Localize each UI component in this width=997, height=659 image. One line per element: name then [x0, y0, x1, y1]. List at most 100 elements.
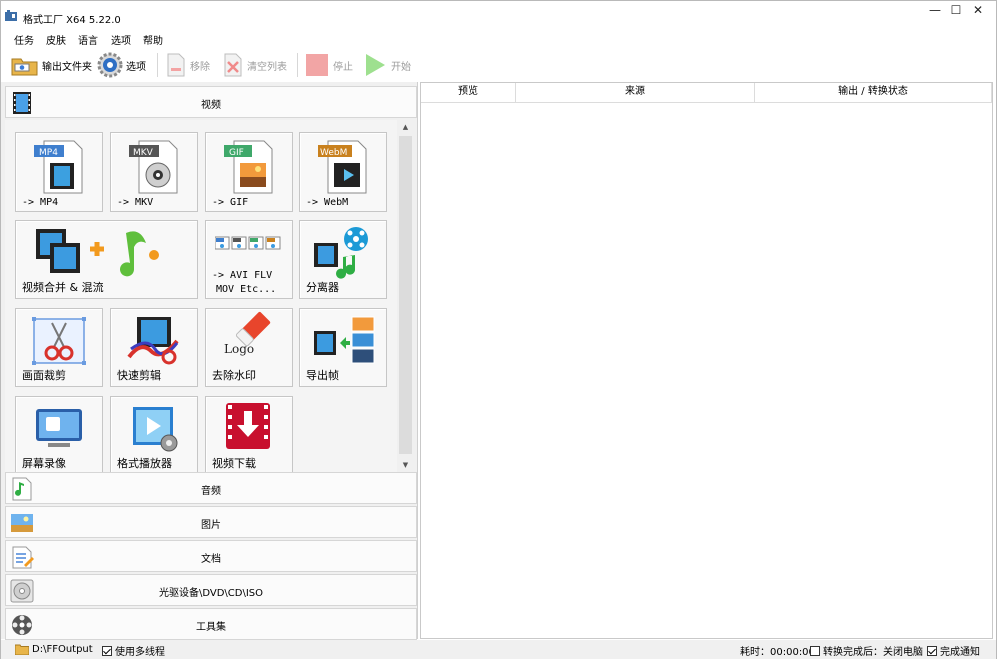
- multithread-option[interactable]: 使用多线程: [102, 643, 165, 658]
- category-disc-label: 光驱设备\DVD\CD\ISO: [158, 588, 264, 599]
- output-folder-label: 输出文件夹: [42, 61, 92, 73]
- window-title: 格式工厂 X64 5.22.0: [23, 15, 121, 26]
- column-output-status[interactable]: 输出 / 转换状态: [755, 83, 992, 103]
- column-preview[interactable]: 预览: [421, 83, 516, 103]
- tile-to-mp4-label: -> MP4: [22, 197, 59, 208]
- tile-screen-record-label: 屏幕录像: [22, 457, 66, 470]
- category-image[interactable]: 图片: [5, 506, 417, 538]
- clear-list-label: 清空列表: [247, 61, 287, 73]
- tile-to-avi-flv-mov[interactable]: -> AVI FLV MOV Etc...: [205, 220, 293, 299]
- quick-cut-icon: [127, 317, 179, 365]
- folder-icon: [15, 644, 29, 655]
- tile-format-player[interactable]: 格式播放器: [110, 396, 198, 472]
- menu-options[interactable]: 选项: [111, 32, 131, 47]
- tile-video-merge-label: 视频合并 & 混流: [22, 281, 104, 294]
- tile-splitter-label: 分离器: [306, 281, 339, 294]
- category-tools[interactable]: 工具集: [5, 608, 417, 640]
- toolbar: 输出文件夹 选项 移除 清空列表 停止 开始: [1, 47, 996, 81]
- output-path: D:\FFOutput: [32, 643, 93, 655]
- tile-video-download-label: 视频下载: [212, 457, 256, 470]
- screen-record-icon: [36, 409, 82, 447]
- toolbar-separator: [157, 53, 158, 77]
- category-image-label: 图片: [201, 520, 221, 531]
- menu-task[interactable]: 任务: [14, 32, 34, 47]
- tile-to-mp4[interactable]: MP4 -> MP4: [15, 132, 103, 212]
- mkv-icon: MKV: [129, 140, 178, 194]
- tile-to-gif[interactable]: GIF -> GIF: [205, 132, 293, 212]
- options-label: 选项: [126, 61, 146, 73]
- player-icon: [133, 407, 178, 452]
- gif-icon: GIF: [224, 140, 273, 194]
- folder-icon: [11, 58, 38, 76]
- stop-button[interactable]: 停止: [304, 51, 353, 79]
- notify-option[interactable]: 完成通知: [927, 643, 980, 658]
- menu-skin[interactable]: 皮肤: [46, 32, 66, 47]
- tile-to-webm[interactable]: WebM -> WebM: [299, 132, 387, 212]
- function-panel: 视频 MP4 -> MP4 MKV -> MKV GIF -> GIF WebM…: [1, 82, 418, 640]
- tile-remove-watermark[interactable]: Logo 去除水印: [205, 308, 293, 387]
- mkv-badge: MKV: [133, 148, 154, 158]
- tile-export-frames[interactable]: 导出帧: [299, 308, 387, 387]
- tile-to-gif-label: -> GIF: [212, 197, 249, 208]
- category-tools-label: 工具集: [196, 622, 226, 633]
- category-disc[interactable]: 光驱设备\DVD\CD\ISO: [5, 574, 417, 606]
- category-document[interactable]: 文档: [5, 540, 417, 572]
- start-button[interactable]: 开始: [362, 51, 411, 79]
- tile-to-mkv[interactable]: MKV -> MKV: [110, 132, 198, 212]
- tile-to-mkv-label: -> MKV: [117, 197, 154, 208]
- frames-icon: [314, 316, 375, 364]
- tile-export-frames-label: 导出帧: [306, 369, 339, 382]
- clear-list-button[interactable]: 清空列表: [222, 51, 287, 79]
- scroll-down-arrow[interactable]: ▼: [397, 458, 414, 472]
- close-button[interactable]: ✕: [961, 1, 995, 21]
- scroll-up-arrow[interactable]: ▲: [397, 120, 414, 134]
- tiles-scrollbar[interactable]: ▲ ▼: [397, 120, 414, 472]
- splitter-icon: [314, 227, 368, 279]
- stop-label: 停止: [333, 61, 353, 73]
- output-path-item[interactable]: D:\FFOutput: [15, 643, 93, 655]
- tile-splitter[interactable]: 分离器: [299, 220, 387, 299]
- notify-label: 完成通知: [940, 647, 980, 658]
- stop-icon: [306, 54, 328, 76]
- options-button[interactable]: 选项: [97, 51, 146, 79]
- title-bar: 格式工厂 X64 5.22.0 — ☐ ✕: [1, 1, 996, 31]
- logo-text: Logo: [224, 342, 254, 356]
- output-folder-button[interactable]: 输出文件夹: [11, 51, 92, 79]
- tile-crop-label: 画面裁剪: [22, 369, 66, 382]
- category-audio-label: 音频: [201, 486, 221, 497]
- tile-crop[interactable]: 画面裁剪: [15, 308, 103, 387]
- remove-icon: [167, 53, 185, 77]
- menu-language[interactable]: 语言: [78, 32, 98, 47]
- category-document-label: 文档: [201, 554, 221, 565]
- toolbar-separator: [297, 53, 298, 77]
- webm-badge: WebM: [320, 148, 347, 158]
- column-source[interactable]: 来源: [516, 83, 755, 103]
- menu-bar: 任务 皮肤 语言 选项 帮助: [1, 29, 301, 47]
- task-list[interactable]: 预览 来源 输出 / 转换状态: [420, 82, 993, 639]
- shutdown-checkbox[interactable]: [810, 645, 820, 656]
- tile-video-download[interactable]: 视频下载: [205, 396, 293, 472]
- multithread-checkbox[interactable]: [102, 645, 112, 656]
- category-audio[interactable]: 音频: [5, 472, 417, 504]
- multi-format-icon: [215, 236, 281, 250]
- category-video[interactable]: 视频: [5, 86, 417, 118]
- notify-checkbox[interactable]: [927, 645, 937, 656]
- shutdown-label: 转换完成后：关闭电脑: [823, 647, 923, 658]
- scroll-thumb[interactable]: [399, 136, 412, 454]
- app-window: 格式工厂 X64 5.22.0 — ☐ ✕ 任务 皮肤 语言 选项 帮助 输出文…: [0, 0, 997, 659]
- remove-button[interactable]: 移除: [165, 51, 210, 79]
- shutdown-option[interactable]: 转换完成后：关闭电脑: [810, 643, 923, 658]
- clear-list-icon: [224, 53, 242, 77]
- tile-quick-cut[interactable]: 快速剪辑: [110, 308, 198, 387]
- status-bar: D:\FFOutput 使用多线程 耗时：00:00:00 转换完成后：关闭电脑…: [1, 640, 996, 659]
- tile-remove-watermark-label: 去除水印: [212, 369, 256, 382]
- gif-badge: GIF: [229, 148, 244, 158]
- merge-icon: [36, 229, 159, 277]
- app-icon: [5, 10, 17, 21]
- video-tiles: MP4 -> MP4 MKV -> MKV GIF -> GIF WebM ->…: [5, 120, 397, 472]
- tile-video-merge[interactable]: 视频合并 & 混流: [15, 220, 198, 299]
- tile-avi-label-line1: -> AVI FLV: [212, 270, 273, 281]
- menu-help[interactable]: 帮助: [143, 32, 163, 47]
- tile-screen-record[interactable]: 屏幕录像: [15, 396, 103, 472]
- eraser-icon: Logo: [224, 312, 271, 356]
